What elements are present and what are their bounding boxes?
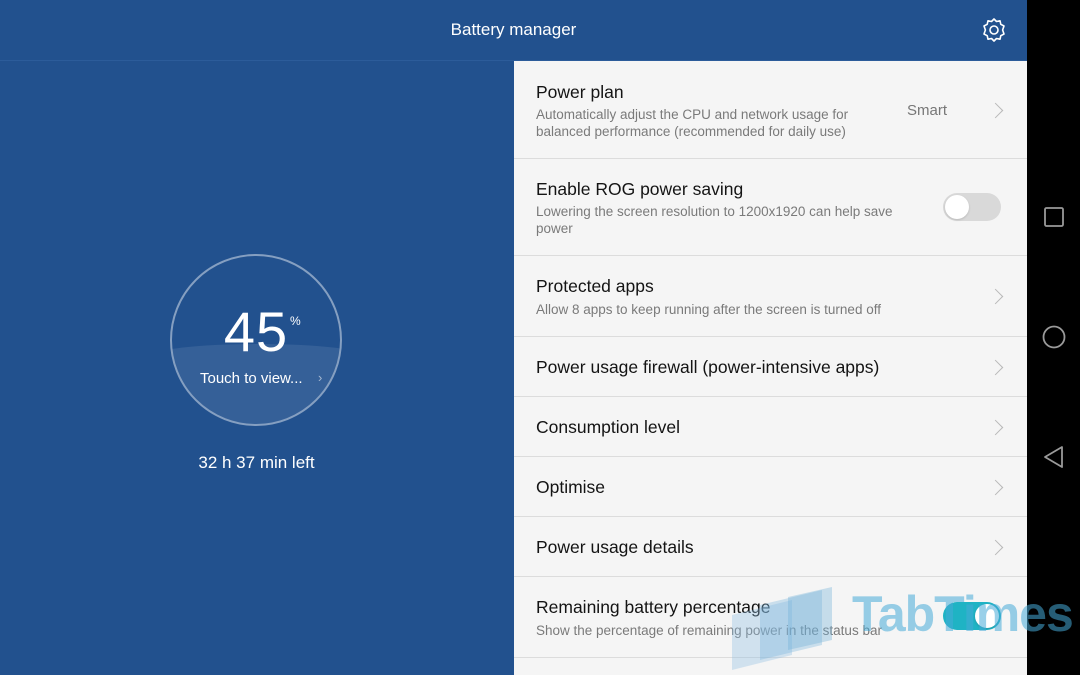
- chevron-right-icon: [987, 539, 1004, 556]
- setting-title: Optimise: [536, 477, 606, 497]
- toggle-knob: [945, 195, 969, 219]
- recents-icon: [1044, 207, 1064, 227]
- battery-percentage-toggle[interactable]: [943, 602, 1001, 630]
- chevron-right-icon: [987, 479, 1004, 496]
- touch-to-view-label: Touch to view...: [200, 370, 303, 387]
- chevron-right-icon: [987, 288, 1004, 305]
- setting-title: Consumption level: [536, 417, 680, 437]
- settings-button[interactable]: [980, 16, 1008, 44]
- chevron-right-icon: [987, 419, 1004, 436]
- rog-power-saving-toggle[interactable]: [943, 193, 1001, 221]
- setting-title: Remaining battery percentage: [536, 597, 771, 617]
- battery-gauge[interactable]: 45 % Touch to view... ›: [170, 254, 342, 426]
- setting-power-usage-details[interactable]: Power usage details: [514, 517, 1027, 577]
- toggle-knob: [975, 604, 999, 628]
- navigation-bar: [1027, 0, 1080, 675]
- time-remaining: 32 h 37 min left: [198, 453, 315, 472]
- percent-sign: %: [290, 314, 301, 328]
- home-button[interactable]: [1040, 323, 1068, 351]
- back-icon: [1044, 446, 1063, 468]
- setting-power-plan[interactable]: Power plan Automatically adjust the CPU …: [514, 61, 1027, 159]
- battery-summary-pane: 45 % Touch to view... › 32 h 37 min left: [0, 61, 513, 675]
- setting-subtitle: Lowering the screen resolution to 1200x1…: [536, 204, 893, 236]
- back-button[interactable]: [1040, 443, 1068, 471]
- setting-title: Power plan: [536, 82, 624, 102]
- chevron-right-icon: ›: [318, 370, 323, 385]
- home-icon: [1042, 325, 1066, 349]
- chevron-right-icon: [987, 102, 1004, 119]
- page-title: Battery manager: [450, 20, 577, 39]
- battery-percentage: 45: [223, 300, 289, 363]
- setting-subtitle: Automatically adjust the CPU and network…: [536, 107, 849, 139]
- gear-icon: [983, 18, 1005, 42]
- setting-rog-power-saving[interactable]: Enable ROG power saving Lowering the scr…: [514, 159, 1027, 256]
- setting-title: Protected apps: [536, 276, 654, 296]
- chevron-right-icon: [987, 359, 1004, 376]
- title-bar: Battery manager: [0, 0, 1027, 61]
- setting-power-usage-firewall[interactable]: Power usage firewall (power-intensive ap…: [514, 337, 1027, 397]
- recents-button[interactable]: [1040, 203, 1068, 231]
- power-plan-value: Smart: [907, 102, 948, 119]
- setting-consumption-level[interactable]: Consumption level: [514, 397, 1027, 457]
- setting-subtitle: Show the percentage of remaining power i…: [536, 623, 882, 638]
- battery-manager-app: Battery manager 45 % Touch to view... › …: [0, 0, 1027, 675]
- setting-title: Power usage firewall (power-intensive ap…: [536, 357, 880, 377]
- setting-subtitle: Allow 8 apps to keep running after the s…: [536, 302, 881, 317]
- settings-list: Power plan Automatically adjust the CPU …: [514, 61, 1027, 675]
- setting-title: Power usage details: [536, 537, 694, 557]
- setting-protected-apps[interactable]: Protected apps Allow 8 apps to keep runn…: [514, 256, 1027, 337]
- setting-title: Enable ROG power saving: [536, 179, 744, 199]
- setting-remaining-battery-percentage[interactable]: Remaining battery percentage Show the pe…: [514, 577, 1027, 658]
- setting-optimise[interactable]: Optimise: [514, 457, 1027, 517]
